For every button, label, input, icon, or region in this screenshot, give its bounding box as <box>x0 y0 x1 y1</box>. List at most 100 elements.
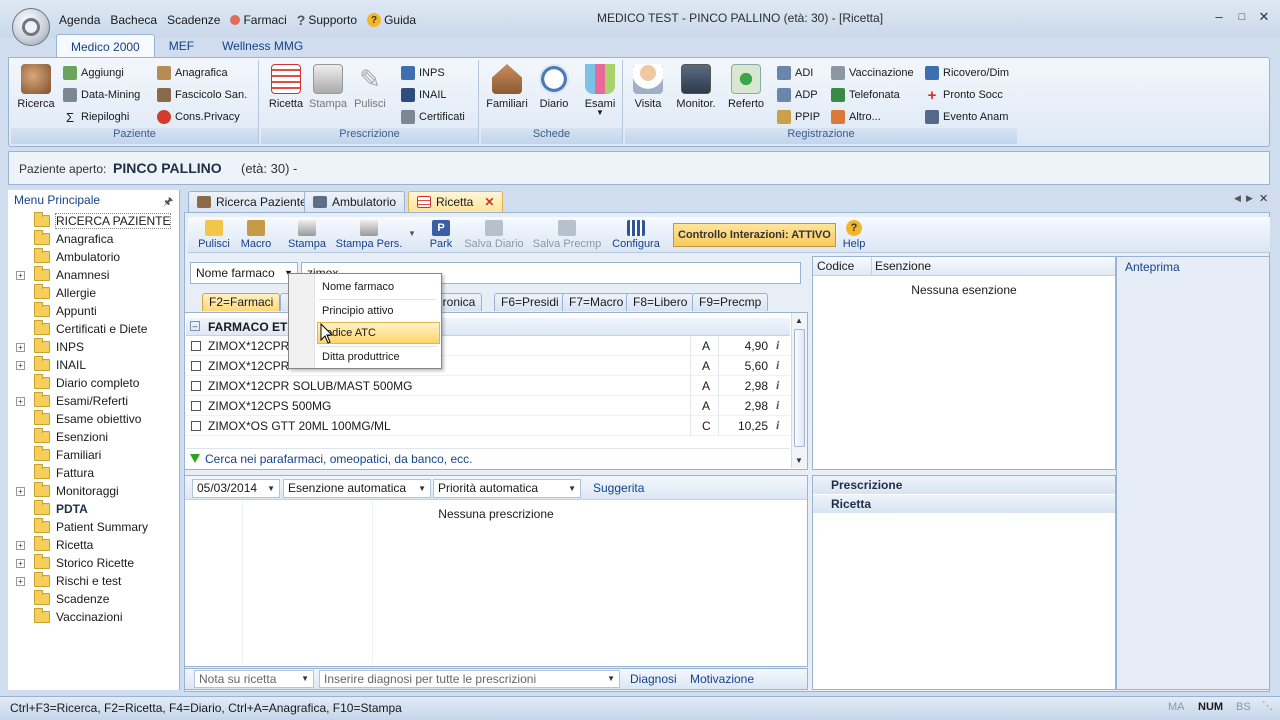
motivazione-button[interactable]: Motivazione <box>690 672 754 686</box>
option-nome-farmaco[interactable]: Nome farmaco <box>319 276 439 298</box>
tab-scroll-right-icon[interactable]: ▶ <box>1246 193 1253 204</box>
summary-prescrizione[interactable]: Prescrizione <box>813 476 1115 495</box>
menu-item[interactable]: RICERCA PAZIENTE <box>16 212 176 230</box>
nota-ricetta-select[interactable]: Nota su ricetta ▼ <box>194 670 314 688</box>
adi-button[interactable]: ADI <box>777 63 813 83</box>
menu-item[interactable]: Scadenze <box>16 590 176 608</box>
stampa-pers-button[interactable]: Stampa Pers. <box>334 220 404 250</box>
row-checkbox[interactable] <box>191 361 201 371</box>
doc-tab-ricetta[interactable]: Ricetta ✕ <box>408 191 504 212</box>
info-icon[interactable]: i <box>776 418 779 433</box>
diario-button[interactable]: Diario <box>531 64 577 110</box>
menu-item[interactable]: Fattura <box>16 464 176 482</box>
expand-icon[interactable]: + <box>16 576 25 586</box>
expand-icon[interactable]: + <box>16 360 25 370</box>
salva-precmp-button[interactable]: Salva Precmp <box>532 220 602 250</box>
ricerca-button[interactable]: Ricerca <box>13 64 59 110</box>
expand-icon[interactable]: + <box>16 342 25 352</box>
ricetta-button[interactable]: Ricetta <box>263 64 309 110</box>
tab-scroll-left-icon[interactable]: ◀ <box>1234 193 1241 204</box>
expand-icon[interactable]: + <box>16 486 25 496</box>
vaccinazione-button[interactable]: Vaccinazione <box>831 63 914 83</box>
drug-row[interactable]: ZIMOX*12CPS 500MG A 2,98 i <box>186 396 790 416</box>
date-picker[interactable]: 05/03/2014 ▼ <box>192 479 280 498</box>
option-codice-atc[interactable]: odice ATC <box>317 322 440 344</box>
menu-item[interactable]: PDTA <box>16 500 176 518</box>
menu-item[interactable]: + INPS <box>16 338 176 356</box>
maximize-button[interactable]: □ <box>1235 10 1249 24</box>
stampa-toolbar-button[interactable]: Stampa <box>286 220 328 250</box>
inps-button[interactable]: INPS <box>401 63 445 83</box>
diagnosis-select[interactable]: Inserire diagnosi per tutte le prescrizi… <box>319 670 620 688</box>
chevron-down-icon[interactable]: ▼ <box>408 229 416 238</box>
option-principio-attivo[interactable]: Principio attivo <box>319 300 439 322</box>
row-checkbox[interactable] <box>191 341 201 351</box>
tab-f6-presidi[interactable]: F6=Presidi <box>494 293 566 311</box>
expand-icon[interactable]: + <box>16 270 25 280</box>
cons-privacy-button[interactable]: Cons.Privacy <box>157 107 240 127</box>
certificati-button[interactable]: Certificati <box>401 107 465 127</box>
referto-button[interactable]: Referto <box>723 64 769 110</box>
tab-mef[interactable]: MEF <box>155 34 208 58</box>
menu-item[interactable]: + Ricetta <box>16 536 176 554</box>
expand-icon[interactable]: + <box>16 558 25 568</box>
help-button[interactable]: ? Help <box>836 220 872 250</box>
row-checkbox[interactable] <box>191 381 201 391</box>
tab-f8-libero[interactable]: F8=Libero <box>626 293 695 311</box>
menu-item[interactable]: Patient Summary <box>16 518 176 536</box>
menu-item[interactable]: Appunti <box>16 302 176 320</box>
drug-row[interactable]: ZIMOX*12CPR SOLUB/MAST 500MG A 2,98 i <box>186 376 790 396</box>
stampa-button[interactable]: Stampa <box>305 64 351 110</box>
visita-button[interactable]: Visita <box>625 64 671 110</box>
drug-row[interactable]: ZIMOX*12CPR A 5,60 i <box>186 356 790 376</box>
adp-button[interactable]: ADP <box>777 85 818 105</box>
tab-f2-farmaci[interactable]: F2=Farmaci <box>202 293 281 311</box>
parafarmaci-link[interactable]: Cerca nei parafarmaci, omeopatici, da ba… <box>186 448 790 468</box>
ppip-button[interactable]: PPIP <box>777 107 820 127</box>
app-menu-orb[interactable] <box>12 8 50 46</box>
menu-item[interactable]: + Rischi e test <box>16 572 176 590</box>
pronto-socc-button[interactable]: + Pronto Socc <box>925 85 1003 105</box>
evento-anam-button[interactable]: Evento Anam <box>925 107 1008 127</box>
altro-button[interactable]: Altro... <box>831 107 881 127</box>
menu-item[interactable]: Anagrafica <box>16 230 176 248</box>
tab-wellness-mmg[interactable]: Wellness MMG <box>208 34 317 58</box>
diagnosi-button[interactable]: Diagnosi <box>630 672 677 686</box>
macro-button[interactable]: Macro <box>238 220 274 250</box>
menu-item[interactable]: Esenzioni <box>16 428 176 446</box>
doc-tab-ambulatorio[interactable]: Ambulatorio <box>304 191 406 212</box>
anagrafica-button[interactable]: Anagrafica <box>157 63 228 83</box>
search-type-select[interactable]: Nome farmaco▼ <box>190 262 298 284</box>
close-tab-icon[interactable]: ✕ <box>484 195 494 209</box>
minimize-button[interactable]: – <box>1212 10 1226 24</box>
expand-icon[interactable]: + <box>16 540 25 550</box>
scroll-thumb[interactable] <box>794 329 805 447</box>
tab-f9-precmp[interactable]: F9=Precmp <box>692 293 769 311</box>
menu-item[interactable]: Esame obiettivo <box>16 410 176 428</box>
esami-button[interactable]: Esami ▼ <box>577 64 623 117</box>
info-icon[interactable]: i <box>776 398 779 413</box>
telefonata-button[interactable]: Telefonata <box>831 85 900 105</box>
fascicolo-san-button[interactable]: Fascicolo San. <box>157 85 247 105</box>
menu-item[interactable]: Vaccinazioni <box>16 608 176 626</box>
data-mining-button[interactable]: Data-Mining <box>63 85 140 105</box>
pin-icon[interactable]: 🖈 <box>163 193 173 212</box>
row-checkbox[interactable] <box>191 421 201 431</box>
menu-item[interactable]: + INAIL <box>16 356 176 374</box>
pulisci-ribbon-button[interactable]: ✎ Pulisci <box>347 64 393 111</box>
tab-f7-macro[interactable]: F7=Macro <box>562 293 631 311</box>
salva-diario-button[interactable]: Salva Diario <box>462 220 526 250</box>
info-icon[interactable]: i <box>776 378 779 393</box>
drug-row[interactable]: ZIMOX*OS GTT 20ML 100MG/ML C 10,25 i <box>186 416 790 436</box>
menu-item[interactable]: Allergie <box>16 284 176 302</box>
inail-button[interactable]: INAIL <box>401 85 447 105</box>
close-all-tabs-icon[interactable]: ✕ <box>1259 192 1268 205</box>
menu-item[interactable]: Diario completo <box>16 374 176 392</box>
row-checkbox[interactable] <box>191 401 201 411</box>
menu-item[interactable]: + Monitoraggi <box>16 482 176 500</box>
option-ditta-produttrice[interactable]: Ditta produttrice <box>319 346 439 368</box>
ricovero-dim-button[interactable]: Ricovero/Dim <box>925 63 1009 83</box>
riepiloghi-button[interactable]: Σ Riepiloghi <box>63 107 129 127</box>
scroll-down-icon[interactable]: ▼ <box>795 456 803 465</box>
menu-item[interactable]: + Anamnesi <box>16 266 176 284</box>
